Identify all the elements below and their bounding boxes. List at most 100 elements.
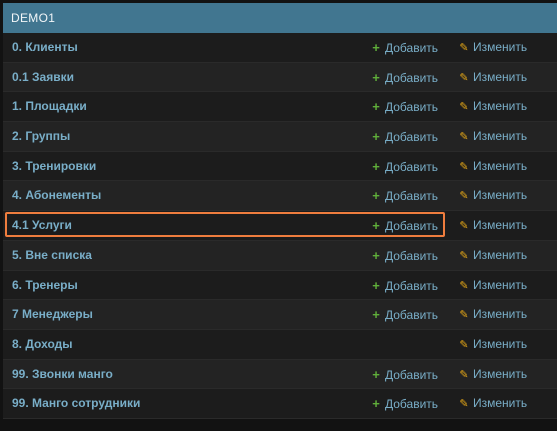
change-label: Изменить bbox=[473, 396, 528, 411]
pencil-icon: ✎ bbox=[459, 160, 469, 173]
add-link[interactable]: + Добавить bbox=[370, 360, 438, 390]
module-caption[interactable]: DEMO1 bbox=[3, 3, 557, 33]
change-link[interactable]: ✎ Изменить bbox=[458, 389, 527, 419]
plus-icon: + bbox=[372, 40, 380, 55]
plus-icon: + bbox=[372, 247, 380, 263]
change-link[interactable]: ✎ Изменить bbox=[458, 360, 527, 390]
model-row: 6. Тренеры + Добавить ✎ Изменить bbox=[3, 270, 557, 301]
model-link[interactable]: 3. Тренировки bbox=[12, 152, 96, 181]
add-link[interactable]: + Добавить bbox=[370, 389, 438, 419]
change-label: Изменить bbox=[473, 247, 528, 262]
pencil-icon: ✎ bbox=[459, 398, 469, 411]
pencil-icon: ✎ bbox=[459, 71, 469, 84]
add-label: Добавить bbox=[385, 189, 439, 204]
model-link[interactable]: 8. Доходы bbox=[12, 330, 72, 359]
plus-icon: + bbox=[372, 218, 380, 234]
add-link[interactable]: + Добавить bbox=[370, 300, 438, 330]
plus-icon: + bbox=[372, 99, 380, 115]
add-label: Добавить bbox=[385, 70, 439, 85]
change-label: Изменить bbox=[473, 218, 528, 233]
change-link[interactable]: ✎ Изменить bbox=[458, 330, 527, 360]
add-link[interactable]: + Добавить bbox=[370, 181, 438, 211]
pencil-icon: ✎ bbox=[459, 42, 469, 54]
change-link[interactable]: ✎ Изменить bbox=[458, 241, 527, 271]
change-link[interactable]: ✎ Изменить bbox=[458, 211, 527, 241]
pencil-icon: ✎ bbox=[459, 338, 469, 351]
add-label: Добавить bbox=[385, 308, 439, 323]
add-label: Добавить bbox=[385, 159, 439, 174]
model-link[interactable]: 0.1 Заявки bbox=[12, 63, 74, 92]
pencil-icon: ✎ bbox=[459, 309, 469, 322]
model-row: 99. Звонки манго + Добавить ✎ Изменить bbox=[3, 359, 557, 390]
add-label: Добавить bbox=[385, 219, 439, 234]
pencil-icon: ✎ bbox=[459, 279, 469, 292]
model-link[interactable]: 99. Звонки манго bbox=[12, 360, 113, 389]
model-row: 2. Группы + Добавить ✎ Изменить bbox=[3, 122, 557, 152]
model-list: 0. Клиенты + Добавить ✎ Изменить 0.1 Заявки + Д… bbox=[3, 33, 557, 419]
add-label: Добавить bbox=[385, 367, 439, 382]
change-label: Изменить bbox=[473, 129, 528, 144]
model-row: 8. Доходы ✎ Изменить bbox=[3, 329, 557, 360]
model-row: 3. Тренировки + Добавить ✎ Изменить bbox=[3, 151, 557, 182]
change-link[interactable]: ✎ Изменить bbox=[458, 63, 527, 93]
pencil-icon: ✎ bbox=[459, 220, 469, 233]
add-link[interactable]: + Добавить bbox=[370, 122, 438, 152]
model-link[interactable]: 2. Группы bbox=[12, 122, 70, 151]
change-link[interactable]: ✎ Изменить bbox=[458, 33, 527, 63]
plus-icon: + bbox=[372, 188, 380, 204]
pencil-icon: ✎ bbox=[459, 368, 469, 381]
add-label: Добавить bbox=[385, 100, 439, 115]
model-link[interactable]: 0. Клиенты bbox=[12, 33, 78, 62]
change-label: Изменить bbox=[473, 69, 528, 84]
add-label: Добавить bbox=[385, 41, 439, 55]
change-link[interactable]: ✎ Изменить bbox=[458, 92, 527, 122]
change-label: Изменить bbox=[473, 188, 528, 203]
change-label: Изменить bbox=[473, 277, 528, 292]
model-row: 4.1 Услуги + Добавить ✎ Изменить bbox=[3, 211, 557, 241]
model-row: 99. Манго сотрудники + Добавить ✎ Изменить bbox=[3, 389, 557, 419]
pencil-icon: ✎ bbox=[459, 101, 469, 114]
model-link[interactable]: 4.1 Услуги bbox=[12, 211, 72, 240]
change-label: Изменить bbox=[473, 99, 528, 114]
add-link[interactable]: + Добавить bbox=[370, 211, 438, 241]
app-module-demo1: DEMO1 0. Клиенты + Добавить ✎ Изменить 0.1 За… bbox=[3, 3, 557, 419]
change-link[interactable]: ✎ Изменить bbox=[458, 181, 527, 211]
plus-icon: + bbox=[372, 307, 380, 323]
model-row: 7 Менеджеры + Добавить ✎ Изменить bbox=[3, 300, 557, 330]
add-label: Добавить bbox=[385, 397, 439, 412]
change-link[interactable]: ✎ Изменить bbox=[458, 122, 527, 152]
change-link[interactable]: ✎ Изменить bbox=[458, 271, 527, 301]
model-link[interactable]: 6. Тренеры bbox=[12, 271, 78, 300]
model-row: 0.1 Заявки + Добавить ✎ Изменить bbox=[3, 62, 557, 93]
add-link[interactable]: + Добавить bbox=[370, 152, 438, 182]
model-link[interactable]: 7 Менеджеры bbox=[12, 300, 93, 329]
plus-icon: + bbox=[372, 277, 380, 293]
add-link[interactable]: + Добавить bbox=[370, 33, 438, 63]
pencil-icon: ✎ bbox=[459, 131, 469, 144]
add-link[interactable]: + Добавить bbox=[370, 241, 438, 271]
add-link[interactable]: + Добавить bbox=[370, 63, 438, 93]
add-label: Добавить bbox=[385, 248, 439, 263]
model-row: 4. Абонементы + Добавить ✎ Изменить bbox=[3, 181, 557, 212]
model-row: 5. Вне списка + Добавить ✎ Изменить bbox=[3, 240, 557, 271]
model-row: 1. Площадки + Добавить ✎ Изменить bbox=[3, 92, 557, 123]
pencil-icon: ✎ bbox=[459, 249, 469, 262]
change-label: Изменить bbox=[473, 307, 528, 322]
model-link[interactable]: 1. Площадки bbox=[12, 92, 87, 121]
model-link[interactable]: 5. Вне списка bbox=[12, 241, 92, 270]
model-link[interactable]: 99. Манго сотрудники bbox=[12, 389, 140, 418]
add-label: Добавить bbox=[385, 130, 439, 145]
plus-icon: + bbox=[372, 396, 380, 412]
add-link[interactable]: + Добавить bbox=[370, 92, 438, 122]
add-link[interactable]: + Добавить bbox=[370, 271, 438, 301]
plus-icon: + bbox=[372, 129, 380, 145]
model-link[interactable]: 4. Абонементы bbox=[12, 181, 101, 210]
change-label: Изменить bbox=[473, 366, 528, 381]
plus-icon: + bbox=[372, 158, 380, 174]
model-row: 0. Клиенты + Добавить ✎ Изменить bbox=[3, 33, 557, 63]
change-link[interactable]: ✎ Изменить bbox=[458, 300, 527, 330]
change-link[interactable]: ✎ Изменить bbox=[458, 152, 527, 182]
change-label: Изменить bbox=[473, 40, 528, 54]
change-label: Изменить bbox=[473, 158, 528, 173]
plus-icon: + bbox=[372, 69, 380, 85]
